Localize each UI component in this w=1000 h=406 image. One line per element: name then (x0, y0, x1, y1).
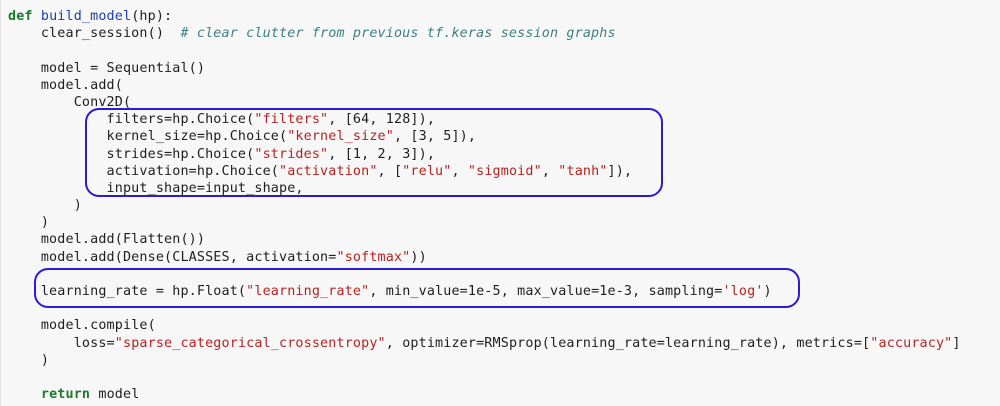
code-token: ) (8, 352, 50, 368)
code-token: model.add(Flatten()) (8, 232, 206, 248)
code-line: return model (8, 386, 961, 403)
code-line: ) (8, 197, 961, 214)
code-token: )) (410, 249, 427, 265)
code-token: clear_session() (8, 26, 181, 42)
code-line: model.compile( (8, 317, 961, 334)
code-token: , optimizer=RMSprop(learning_rate=learni… (385, 335, 871, 351)
code-line: ) (8, 352, 961, 369)
code-token: model (90, 387, 140, 403)
code-token: ) (8, 198, 82, 214)
code-line: def build_model(hp): (8, 8, 961, 25)
code-line: model.add(Dense(CLASSES, activation="sof… (8, 249, 961, 266)
hp-choice-params-highlight (85, 108, 663, 197)
function-name-token: build_model (40, 9, 132, 24)
string-token: "sparse_categorical_crossentropy" (114, 335, 386, 351)
code-line: loss="sparse_categorical_crossentropy", … (8, 335, 961, 352)
code-token: model.compile( (8, 318, 156, 334)
learning-rate-highlight (34, 268, 800, 308)
comment-token: # clear clutter from previous tf.keras s… (180, 26, 616, 42)
keyword-token: def (8, 9, 33, 24)
code-token: loss= (8, 335, 115, 351)
code-line: model.add(Flatten()) (8, 231, 961, 248)
code-token: model.add(Dense(CLASSES, activation= (8, 249, 337, 265)
string-token: "accuracy" (870, 335, 953, 351)
code-token: model = Sequential() (8, 60, 206, 76)
code-cell[interactable]: def build_model(hp): clear_session() # c… (0, 0, 1000, 406)
code-token: ] (952, 335, 961, 351)
code-line: ) (8, 214, 961, 231)
code-line: clear_session() # clear clutter from pre… (8, 25, 961, 42)
code-token: (hp): (131, 9, 173, 24)
code-editor[interactable]: def build_model(hp): clear_session() # c… (8, 8, 961, 403)
code-token: model.add( (8, 77, 123, 93)
keyword-token: return (40, 387, 91, 403)
string-token: "softmax" (336, 249, 411, 265)
code-line: model.add( (8, 77, 961, 94)
code-token: ) (8, 215, 50, 231)
code-line: model = Sequential() (8, 60, 961, 77)
